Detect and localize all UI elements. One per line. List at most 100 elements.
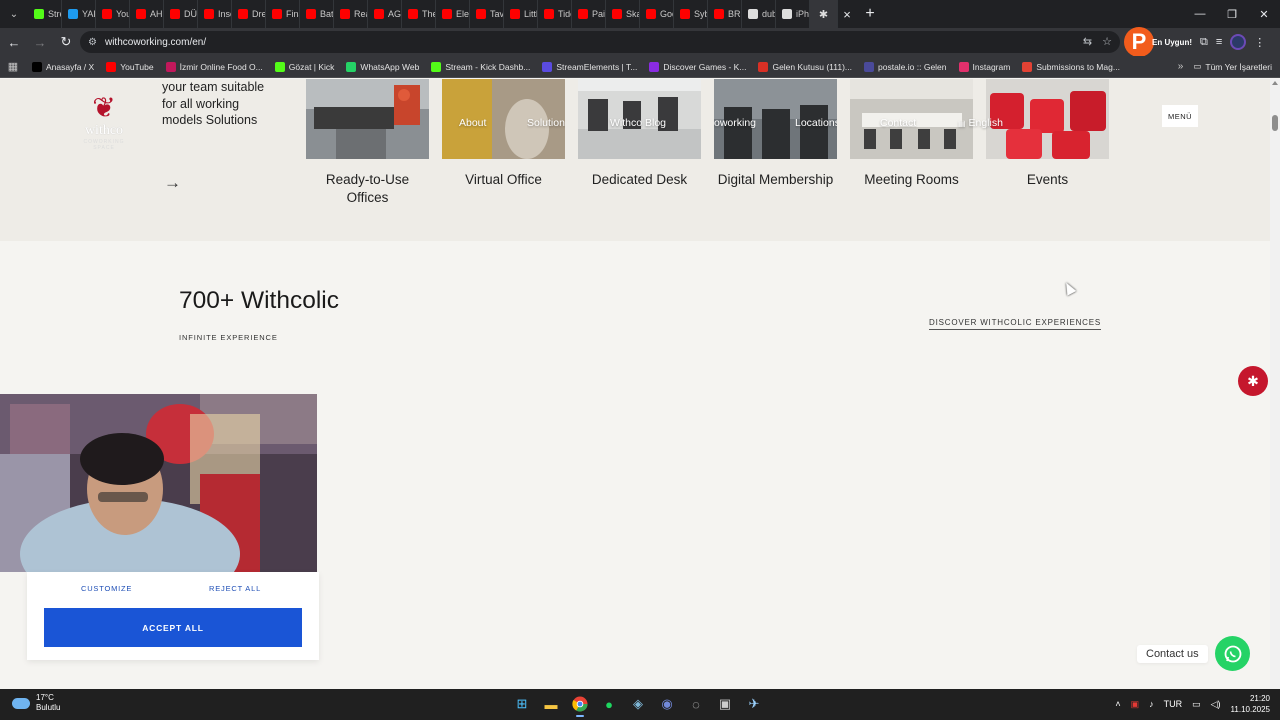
nav-language[interactable]: ▤ English <box>958 117 1003 129</box>
contact-us-label[interactable]: Contact us <box>1137 645 1208 663</box>
browser-tab[interactable]: Elec <box>436 0 470 28</box>
network-icon[interactable]: ▭ <box>1192 699 1201 710</box>
bookmark-item[interactable]: Submissions to Mag... <box>1016 61 1126 72</box>
site-logo[interactable]: ❦ withco COWORKING SPACE <box>74 93 134 152</box>
clock[interactable]: 21:20 11.10.2025 <box>1231 693 1270 715</box>
site-info-icon[interactable]: ⚙ <box>88 37 97 48</box>
withco-floating-icon[interactable]: ✱ <box>1238 366 1268 396</box>
accept-all-button[interactable]: ACCEPT ALL <box>44 608 302 647</box>
discord-icon[interactable]: ◉ <box>657 693 677 715</box>
bookmark-item[interactable]: İzmir Online Food O... <box>160 61 269 72</box>
card-meeting-rooms[interactable]: Meeting Rooms <box>850 79 973 189</box>
customize-link[interactable]: CUSTOMIZE <box>81 584 132 593</box>
address-bar[interactable]: ⚙ withcoworking.com/en/ ⇆ ☆ <box>80 31 1120 53</box>
browser-tab[interactable]: You <box>96 0 130 28</box>
browser-tab[interactable]: AHL <box>130 0 164 28</box>
tab-search-icon[interactable]: ⌄ <box>0 0 28 28</box>
menu-button[interactable]: MENÜ <box>1162 105 1198 127</box>
browser-tab[interactable]: Batt <box>300 0 334 28</box>
close-window-icon[interactable]: ✕ <box>1248 0 1280 28</box>
bookmark-item[interactable]: Anasayfa / X <box>26 61 100 72</box>
bookmark-item[interactable]: YouTube <box>100 61 159 72</box>
browser-tab[interactable]: Skat <box>606 0 640 28</box>
weather-widget[interactable]: 17°C Bulutlu <box>12 693 60 713</box>
nav-solutions[interactable]: Solutions <box>527 117 565 129</box>
bookmark-item[interactable]: StreamElements | T... <box>536 61 643 72</box>
browser-tab[interactable]: dub <box>742 0 776 28</box>
browser-tab[interactable]: Littl <box>504 0 538 28</box>
browser-tab[interactable]: Fina <box>266 0 300 28</box>
extension-logo[interactable]: P <box>1124 27 1154 57</box>
restore-icon[interactable]: ❐ <box>1216 0 1248 28</box>
browser-tab[interactable]: Stre <box>28 0 62 28</box>
tray-app-icon[interactable]: ▣ <box>1131 699 1140 710</box>
minimize-icon[interactable]: — <box>1184 0 1216 28</box>
card-events[interactable]: Events <box>986 79 1109 189</box>
card-digital-membership[interactable]: Digital Membership <box>714 79 837 189</box>
browser-tab[interactable]: YAP <box>62 0 96 28</box>
reject-all-link[interactable]: REJECT ALL <box>209 584 261 593</box>
language-indicator[interactable]: TUR <box>1164 699 1183 709</box>
card-ready-offices[interactable]: Ready-to-Use Offices <box>306 79 429 207</box>
browser-tab[interactable]: Sybi <box>674 0 708 28</box>
bookmark-item[interactable]: Gözat | Kick <box>269 61 341 72</box>
close-tab-icon[interactable]: × <box>838 7 856 22</box>
app-icon[interactable]: ◈ <box>628 693 648 715</box>
browser-tab[interactable]: Pair <box>572 0 606 28</box>
extensions-icon[interactable]: ⧉ <box>1200 36 1208 49</box>
back-icon[interactable]: ← <box>2 30 26 54</box>
pinned-app-icon[interactable]: ✈ <box>744 693 764 715</box>
profile-avatar[interactable] <box>1230 34 1247 50</box>
browser-tab[interactable]: Tide <box>538 0 572 28</box>
all-bookmarks-folder[interactable]: ▭ Tüm Yer İşaretleri <box>1193 61 1280 72</box>
spotify-icon[interactable]: ● <box>599 693 619 715</box>
browser-tab[interactable]: The <box>402 0 436 28</box>
browser-tab[interactable]: DÜN <box>164 0 198 28</box>
browser-tab[interactable]: iPho <box>776 0 810 28</box>
nav-contact[interactable]: Contact <box>880 117 916 129</box>
more-bookmarks-icon[interactable]: » <box>1168 61 1194 72</box>
file-explorer-icon[interactable]: ▬ <box>541 693 561 715</box>
steam-icon[interactable]: ▣ <box>715 693 735 715</box>
bookmark-item[interactable]: Discover Games - K... <box>643 61 752 72</box>
apps-grid-icon[interactable]: ▦ <box>0 60 26 73</box>
forward-icon[interactable]: → <box>28 30 52 54</box>
bookmark-star-icon[interactable]: ☆ <box>1102 35 1112 48</box>
browser-tab[interactable]: Tave <box>470 0 504 28</box>
browser-tab[interactable]: BRE <box>708 0 742 28</box>
scroll-thumb[interactable] <box>1272 115 1278 131</box>
volume-icon[interactable]: ◁) <box>1211 699 1221 710</box>
media-icon[interactable]: ≡ <box>1216 36 1222 48</box>
nav-about[interactable]: About <box>459 117 486 129</box>
microphone-icon[interactable]: ♪ <box>1149 699 1154 709</box>
browser-tab[interactable]: AGF <box>368 0 402 28</box>
new-tab-button[interactable]: + <box>856 5 884 23</box>
bookmark-item[interactable]: Gelen Kutusu (111)... <box>752 61 858 72</box>
bookmark-item[interactable]: Instagram <box>953 61 1017 72</box>
arrow-right-icon[interactable]: → <box>164 173 181 193</box>
nav-withco-blog[interactable]: Withco Blog <box>610 117 666 129</box>
browser-tab[interactable]: Dre <box>232 0 266 28</box>
bookmark-item[interactable]: WhatsApp Web <box>340 61 425 72</box>
tray-chevron-icon[interactable]: ˄ <box>1115 699 1120 709</box>
bookmark-item[interactable]: postale.io :: Gelen <box>858 61 953 72</box>
scroll-up-icon[interactable] <box>1272 81 1278 85</box>
browser-tab[interactable]: Rea <box>334 0 368 28</box>
nav-locations[interactable]: Locations <box>795 117 837 129</box>
browser-menu-icon[interactable]: ⋮ <box>1254 36 1265 49</box>
whatsapp-button[interactable] <box>1215 636 1250 671</box>
obs-icon[interactable]: ◌ <box>686 693 706 715</box>
reload-icon[interactable]: ↻ <box>54 30 78 54</box>
windows-start-icon[interactable]: ⊞ <box>512 693 532 715</box>
card-dedicated-desk[interactable]: Dedicated Desk <box>578 79 701 189</box>
page-scrollbar[interactable] <box>1270 79 1280 689</box>
discover-experiences-link[interactable]: DISCOVER WITHCOLIC EXPERIENCES <box>929 318 1102 330</box>
bookmark-item[interactable]: Stream - Kick Dashb... <box>425 61 536 72</box>
browser-tab[interactable]: God <box>640 0 674 28</box>
translate-icon[interactable]: ⇆ <box>1083 35 1092 48</box>
card-virtual-office[interactable]: Virtual Office <box>442 79 565 189</box>
chrome-icon[interactable] <box>570 693 590 717</box>
browser-tab[interactable]: Inso <box>198 0 232 28</box>
active-tab[interactable]: ✱ <box>810 0 838 28</box>
nav-coworking[interactable]: Coworking <box>714 117 756 129</box>
